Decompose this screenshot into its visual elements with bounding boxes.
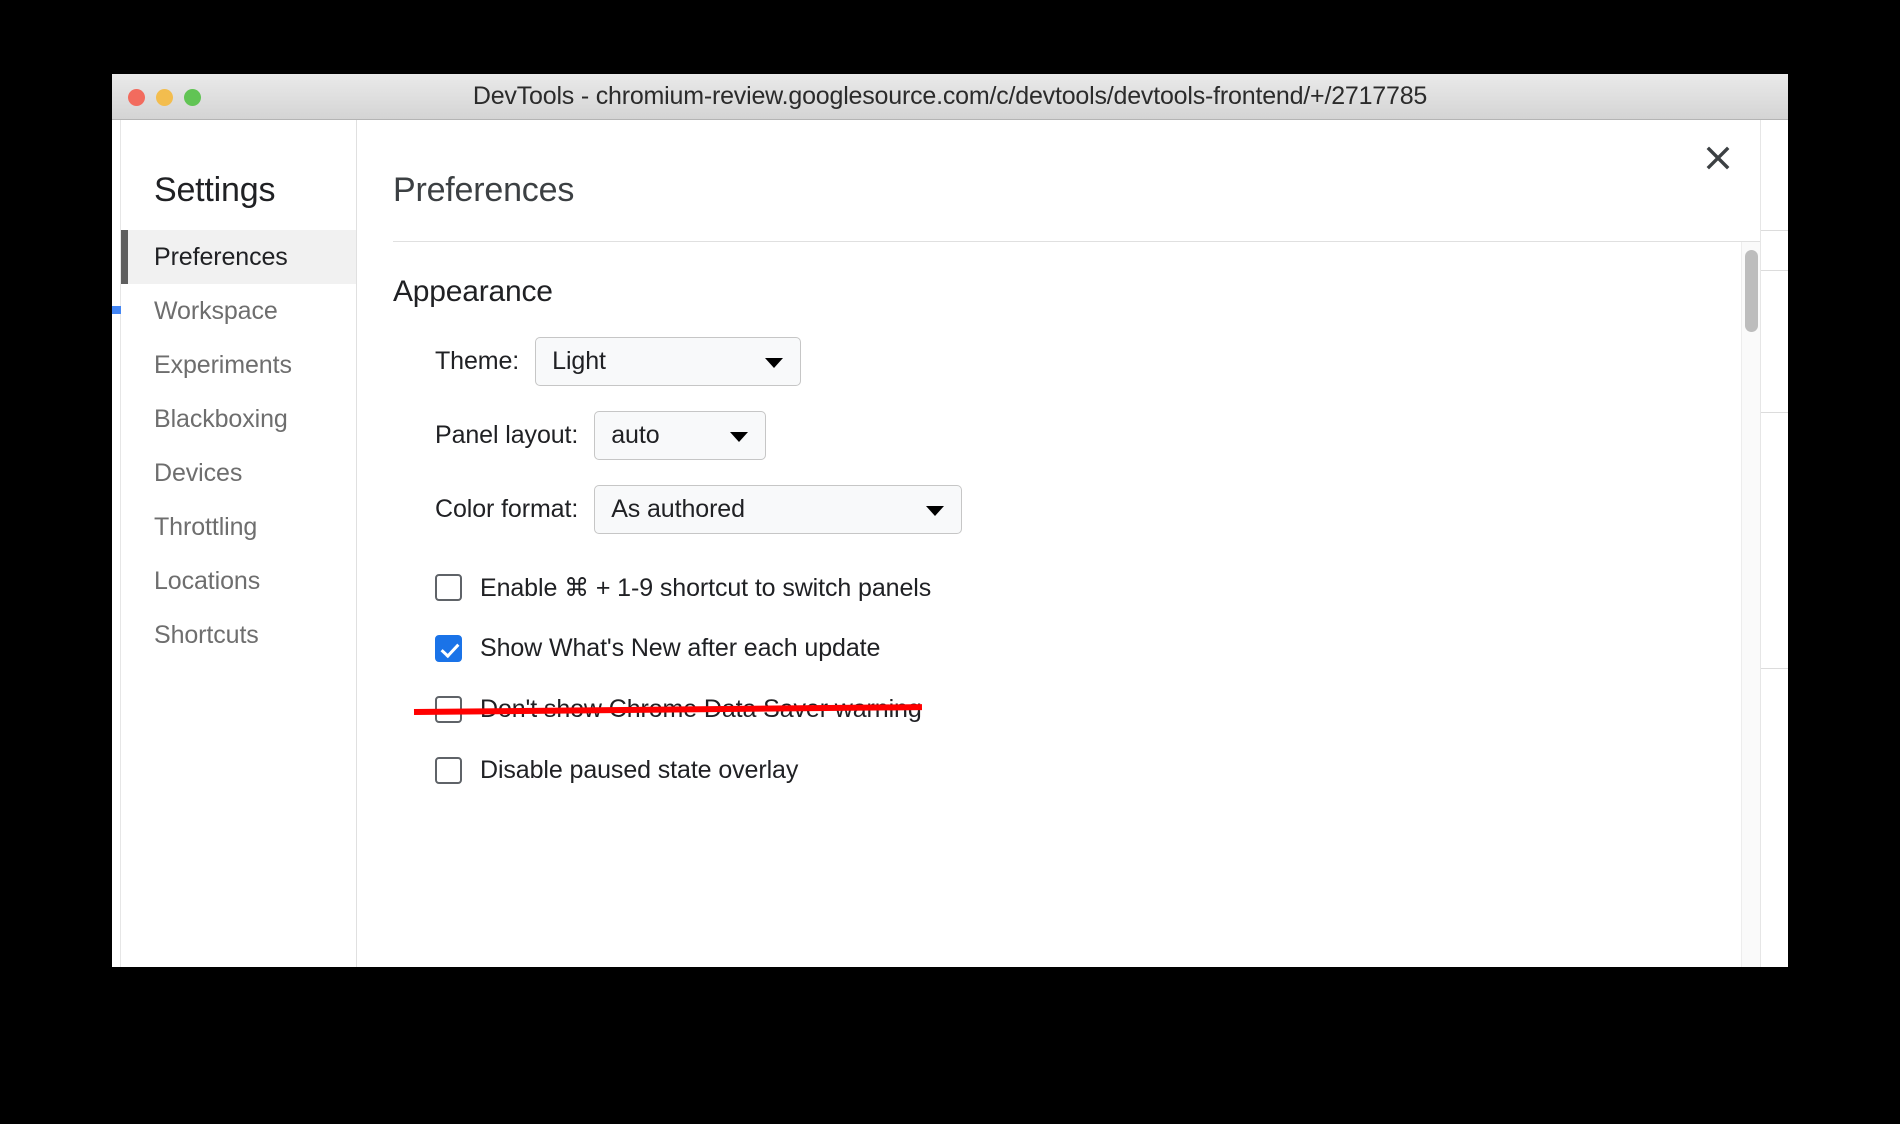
checkbox-label: Disable paused state overlay bbox=[480, 756, 799, 785]
page-rule bbox=[1761, 668, 1788, 669]
panel-layout-select[interactable]: auto bbox=[594, 411, 767, 461]
sidebar-item-experiments[interactable]: Experiments bbox=[121, 338, 356, 392]
page-rule bbox=[1761, 230, 1788, 231]
checkbox-unchecked-icon[interactable] bbox=[435, 696, 462, 724]
color-format-row: Color format: As authored bbox=[435, 483, 1760, 536]
checkbox-label: Show What's New after each update bbox=[480, 634, 881, 663]
theme-row: Theme: Light bbox=[435, 335, 1760, 388]
page-title: Preferences bbox=[393, 171, 575, 209]
settings-content: Settings Preferences Workspace Experimen… bbox=[121, 120, 1760, 967]
page-content-left-edge bbox=[112, 120, 121, 967]
preferences-scroll-area: Appearance Theme: Light Panel layout: au… bbox=[357, 242, 1760, 967]
chevron-down-icon bbox=[926, 505, 945, 516]
sidebar-item-locations[interactable]: Locations bbox=[121, 554, 356, 608]
section-title-appearance: Appearance bbox=[393, 275, 553, 309]
page-rule bbox=[1761, 412, 1788, 413]
theme-label: Theme: bbox=[435, 347, 520, 376]
color-format-select[interactable]: As authored bbox=[594, 485, 963, 535]
sidebar-item-shortcuts[interactable]: Shortcuts bbox=[121, 608, 356, 662]
checkbox-unchecked-icon[interactable] bbox=[435, 757, 462, 785]
window-body: Settings Preferences Workspace Experimen… bbox=[112, 120, 1788, 967]
settings-sidebar: Settings Preferences Workspace Experimen… bbox=[121, 120, 357, 967]
window-traffic-lights bbox=[128, 74, 201, 120]
appearance-field-rows: Theme: Light Panel layout: auto Color fo… bbox=[393, 335, 1760, 536]
close-icon[interactable] bbox=[1698, 138, 1738, 178]
checkbox-row-data-saver-warning[interactable]: Don't show Chrome Data Saver warning bbox=[413, 679, 1760, 740]
checkbox-row-show-whats-new[interactable]: Show What's New after each update bbox=[435, 618, 1760, 679]
checkbox-unchecked-icon[interactable] bbox=[435, 574, 462, 602]
sidebar-item-throttling[interactable]: Throttling bbox=[121, 500, 356, 554]
sidebar-item-preferences[interactable]: Preferences bbox=[121, 230, 356, 285]
panel-layout-label: Panel layout: bbox=[435, 421, 579, 450]
sidebar-item-label: Blackboxing bbox=[154, 404, 288, 433]
checkbox-label: Don't show Chrome Data Saver warning bbox=[480, 695, 922, 724]
checkbox-row-enable-panel-shortcut[interactable]: Enable ⌘ + 1-9 shortcut to switch panels bbox=[435, 557, 1760, 618]
sidebar-item-label: Preferences bbox=[154, 242, 288, 271]
sidebar-item-devices[interactable]: Devices bbox=[121, 446, 356, 500]
settings-dialog: Settings Preferences Workspace Experimen… bbox=[121, 120, 1760, 967]
color-format-label: Color format: bbox=[435, 495, 579, 524]
settings-title: Settings bbox=[154, 171, 276, 209]
chevron-down-icon bbox=[765, 357, 784, 368]
preferences-scrollbar[interactable] bbox=[1741, 242, 1760, 967]
page-rule bbox=[1761, 270, 1788, 271]
screenshot-root: DevTools - chromium-review.googlesource.… bbox=[0, 0, 1900, 1124]
panel-layout-select-value: auto bbox=[611, 421, 660, 450]
page-accent-mark bbox=[112, 306, 121, 314]
scrollbar-thumb[interactable] bbox=[1745, 250, 1758, 333]
checkbox-row-disable-paused-overlay[interactable]: Disable paused state overlay bbox=[435, 740, 1760, 801]
window-title: DevTools - chromium-review.googlesource.… bbox=[472, 82, 1428, 110]
theme-select-value: Light bbox=[552, 347, 606, 376]
sidebar-item-workspace[interactable]: Workspace bbox=[121, 284, 356, 338]
close-window-button[interactable] bbox=[128, 88, 145, 106]
sidebar-list: Preferences Workspace Experiments Blackb… bbox=[121, 230, 356, 662]
sidebar-item-label: Workspace bbox=[154, 296, 278, 325]
theme-select[interactable]: Light bbox=[535, 337, 802, 387]
appearance-checkbox-rows: Enable ⌘ + 1-9 shortcut to switch panels… bbox=[393, 557, 1760, 801]
sidebar-item-label: Experiments bbox=[154, 350, 292, 379]
maximize-window-button[interactable] bbox=[184, 88, 201, 106]
minimize-window-button[interactable] bbox=[156, 88, 173, 106]
checkbox-label: Enable ⌘ + 1-9 shortcut to switch panels bbox=[480, 573, 932, 602]
color-format-select-value: As authored bbox=[611, 495, 745, 524]
page-content-right-edge bbox=[1760, 120, 1788, 967]
sidebar-item-blackboxing[interactable]: Blackboxing bbox=[121, 392, 356, 446]
sidebar-item-label: Shortcuts bbox=[154, 620, 259, 649]
window-titlebar: DevTools - chromium-review.googlesource.… bbox=[112, 74, 1788, 120]
sidebar-item-label: Locations bbox=[154, 566, 261, 595]
panel-layout-row: Panel layout: auto bbox=[435, 409, 1760, 462]
sidebar-item-label: Throttling bbox=[154, 512, 258, 541]
sidebar-item-label: Devices bbox=[154, 458, 243, 487]
devtools-window: DevTools - chromium-review.googlesource.… bbox=[112, 74, 1788, 967]
chevron-down-icon bbox=[730, 431, 749, 442]
settings-main-pane: Preferences Appearance Theme: Light Pane… bbox=[357, 120, 1760, 967]
checkbox-checked-icon[interactable] bbox=[435, 635, 462, 663]
